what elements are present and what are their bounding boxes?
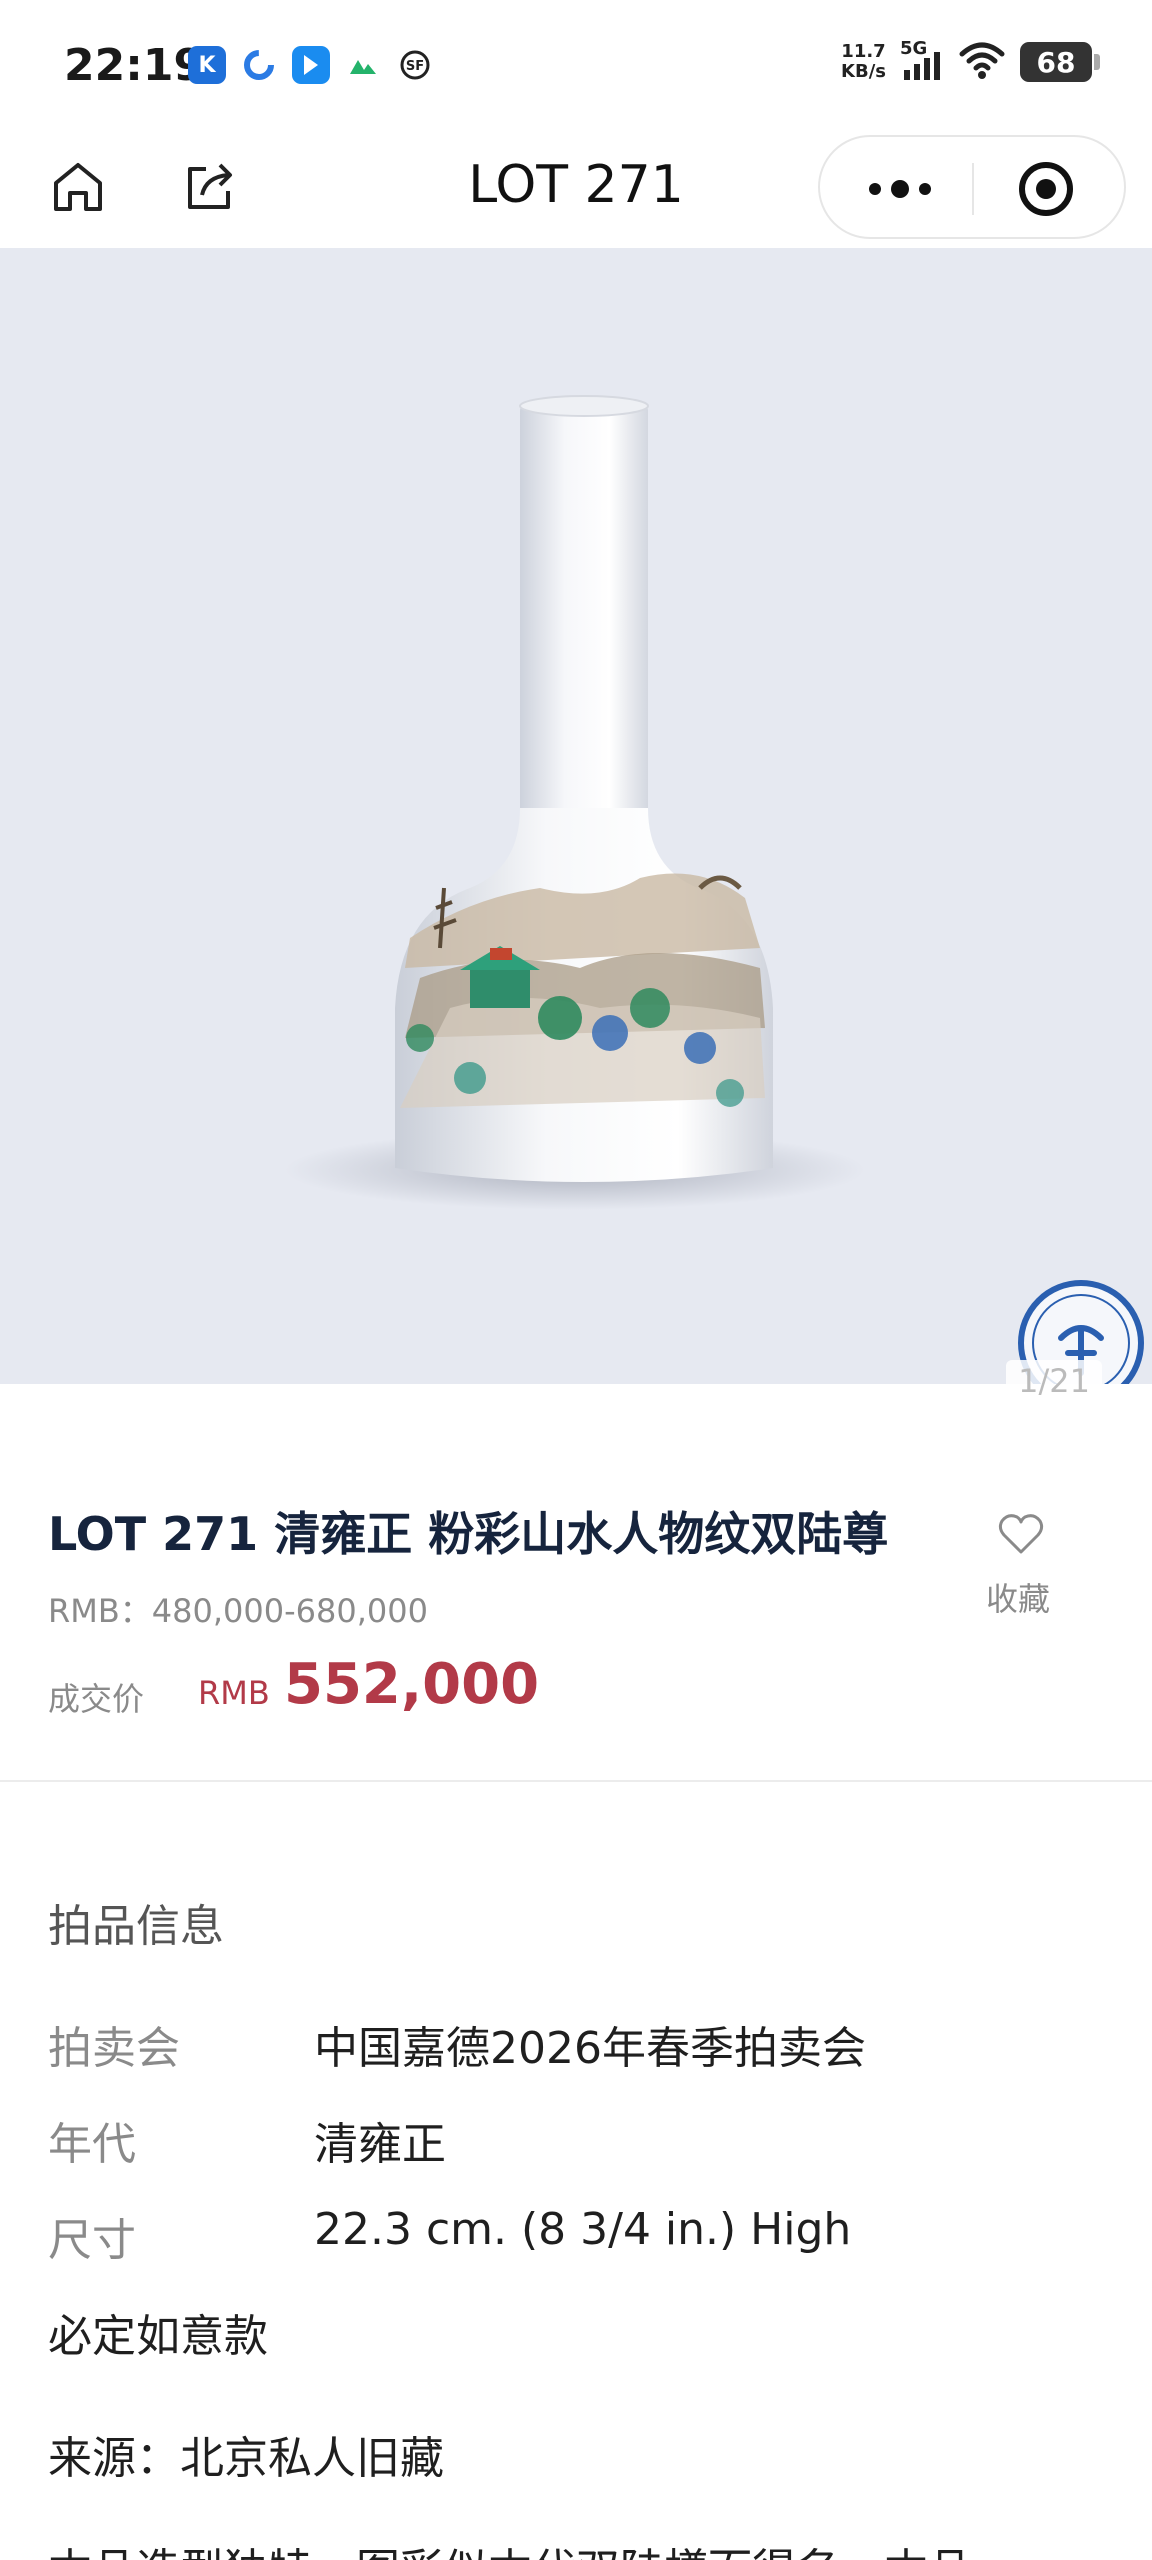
- net-speed: 11.7 KB/s: [841, 42, 886, 82]
- lot-title: LOT 271 清雍正 粉彩山水人物纹双陆尊: [48, 1507, 889, 1561]
- browser-icon: [240, 46, 278, 84]
- info-key: 尺寸: [48, 2215, 136, 2266]
- status-app-icons: K SF: [188, 46, 434, 84]
- info-value: 22.3 cm. (8 3/4 in.) High: [314, 2204, 852, 2255]
- info-row-auction: 拍卖会 中国嘉德2026年春季拍卖会: [48, 2012, 1108, 2074]
- image-counter: 1/21: [1006, 1360, 1102, 1402]
- reign-mark-text: 必定如意款: [48, 2311, 268, 2362]
- info-key: 年代: [48, 2119, 136, 2170]
- info-row-size: 尺寸 22.3 cm. (8 3/4 in.) High: [48, 2204, 1108, 2266]
- description-text: 本品造型独特，图彩似本代双陆樽而得名，本品: [48, 2534, 1108, 2560]
- sf-app-icon: SF: [396, 46, 434, 84]
- section-divider: [0, 1780, 1152, 1782]
- provenance-text: 来源：北京私人旧藏: [48, 2433, 444, 2484]
- heart-icon[interactable]: [996, 1510, 1046, 1558]
- status-right-area: 11.7 KB/s 5G 68: [841, 38, 1100, 84]
- info-key: 拍卖会: [48, 2023, 180, 2074]
- deal-price-currency: RMB: [198, 1674, 270, 1712]
- info-value: 中国嘉德2026年春季拍卖会: [314, 2023, 866, 2074]
- arrow-app-icon: [292, 46, 330, 84]
- mini-program-capsule: [818, 135, 1126, 239]
- wifi-icon: [958, 40, 1006, 84]
- info-row-era: 年代 清雍正: [48, 2108, 1108, 2170]
- deal-price-label: 成交价: [48, 1680, 145, 1718]
- battery-indicator: 68: [1020, 42, 1100, 82]
- nav-bar: LOT 271: [0, 135, 1152, 247]
- info-value: 清雍正: [314, 2119, 446, 2170]
- status-time: 22:19: [64, 40, 205, 91]
- vase-illustration: [285, 395, 865, 1210]
- lot-image[interactable]: [0, 248, 1152, 1384]
- deal-price-value: 552,000: [284, 1652, 540, 1717]
- capsule-divider: [972, 163, 974, 215]
- leaf-app-icon: [344, 46, 382, 84]
- svg-text:SF: SF: [406, 59, 424, 74]
- net-speed-value: 11.7: [841, 41, 886, 62]
- status-bar: 22:19 K SF 11.7 KB/s 5G 68: [0, 0, 1152, 135]
- close-target-icon[interactable]: [1016, 159, 1076, 219]
- net-speed-unit: KB/s: [841, 61, 886, 82]
- cellular-signal-icon: 5G: [900, 38, 944, 82]
- k-app-icon: K: [188, 46, 226, 84]
- section-title-lot-info: 拍品信息: [48, 1901, 224, 1952]
- favorite-button[interactable]: 收藏: [986, 1574, 1050, 1620]
- description-partial: 本品造型独特，图彩似本代双陆樽而得名，本品: [48, 2534, 1108, 2560]
- estimate-text: RMB：480,000-680,000: [48, 1592, 429, 1630]
- more-options-icon[interactable]: [860, 163, 940, 215]
